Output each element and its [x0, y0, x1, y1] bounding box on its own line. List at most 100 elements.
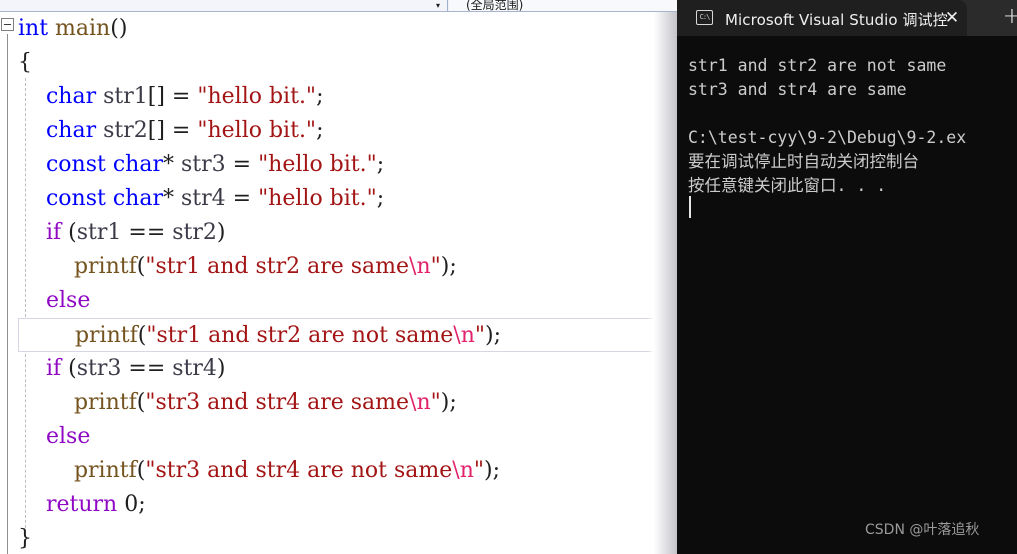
code-token: int [18, 16, 49, 41]
code-token: str1 [103, 84, 148, 109]
code-token: { [18, 50, 32, 75]
code-token: " [430, 390, 441, 415]
code-token: ); [485, 323, 501, 348]
chevron-down-icon[interactable]: ▾ [433, 1, 443, 10]
code-token: "hello bit." [258, 152, 377, 177]
code-token: "str1 and str2 are not same [146, 323, 454, 348]
line-char-str1[interactable]: char str1[] = "hello bit."; [0, 80, 694, 114]
line-const-str3[interactable]: const char* str3 = "hello bit."; [0, 148, 694, 182]
code-token: return [45, 492, 118, 517]
navbar-type-dropdown[interactable] [0, 0, 448, 11]
screen-root: ▾ (全局范围) int main(){ char str1[] = "hell… [0, 0, 1017, 554]
code-token: [] = [147, 118, 198, 143]
code-token: " [430, 254, 441, 279]
code-token: str3 [76, 356, 122, 381]
code-token: char [45, 118, 97, 143]
code-token: else [45, 424, 91, 449]
code-token: printf [73, 254, 137, 279]
code-token: ( [61, 220, 77, 245]
code-token: " [474, 323, 485, 348]
csdn-watermark: CSDN @叶落追秋 [865, 522, 980, 538]
console-output-text[interactable]: str1 and str2 are not same str3 and str4 … [677, 36, 1017, 554]
code-token: "hello bit." [197, 84, 317, 109]
line-int-main[interactable]: int main() [0, 12, 694, 46]
code-token: if [45, 356, 62, 381]
code-token: \n [409, 254, 431, 279]
code-token: str2 [103, 118, 148, 143]
line-printf-str3-not-same[interactable]: printf("str3 and str4 are not same\n"); [0, 454, 694, 488]
code-token: "str3 and str4 are not same [145, 458, 453, 483]
code-token: char [112, 186, 163, 211]
line-else-2[interactable]: else [0, 420, 694, 454]
close-icon[interactable]: ✕ [942, 8, 962, 28]
code-token: str2 [172, 220, 217, 245]
code-token: " [473, 458, 484, 483]
line-printf-str1-not-same[interactable]: printf("str1 and str2 are not same\n"); [18, 318, 694, 352]
code-token: == [121, 220, 173, 245]
console-line: str1 and str2 are not same [688, 56, 947, 75]
line-if-str3-str4[interactable]: if (str3 == str4) [0, 352, 694, 386]
code-content[interactable]: int main(){ char str1[] = "hello bit."; … [0, 12, 694, 554]
line-printf-str3-same[interactable]: printf("str3 and str4 are same\n"); [0, 386, 694, 420]
code-token: ; [138, 492, 146, 517]
console-cursor [689, 196, 691, 218]
scroll-annotation-mark [655, 318, 677, 325]
code-token: () [110, 16, 128, 41]
code-token: "hello bit." [197, 118, 317, 143]
code-editor-pane[interactable]: ▾ (全局范围) int main(){ char str1[] = "hell… [0, 0, 694, 554]
code-token: 0 [124, 492, 139, 517]
line-return-0[interactable]: return 0; [0, 488, 694, 522]
line-close-brace[interactable]: } [0, 522, 694, 554]
line-printf-str1-same[interactable]: printf("str1 and str2 are same\n"); [0, 250, 694, 284]
new-tab-icon[interactable]: + [1002, 6, 1017, 28]
code-token: str1 [76, 220, 122, 245]
code-token: printf [74, 323, 138, 348]
line-else-1[interactable]: else [0, 284, 694, 318]
console-line: str3 and str4 are same [688, 80, 907, 99]
console-line: 要在调试停止时自动关闭控制台 [688, 152, 919, 171]
code-token: ) [216, 220, 226, 245]
line-if-str1-str2[interactable]: if (str1 == str2) [0, 216, 694, 250]
line-const-str4[interactable]: const char* str4 = "hello bit."; [0, 182, 694, 216]
code-token: \n [409, 390, 431, 415]
line-char-str2[interactable]: char str2[] = "hello bit."; [0, 114, 694, 148]
code-token: = [225, 152, 259, 177]
code-token: ; [376, 186, 385, 211]
code-token: const [45, 186, 106, 211]
line-open-brace[interactable]: { [0, 46, 694, 80]
code-token: ); [484, 458, 500, 483]
code-token: "str3 and str4 are same [145, 390, 410, 415]
code-token: ); [440, 390, 457, 415]
scroll-annotation-mark [655, 352, 677, 359]
debug-console-window[interactable]: C:\ Microsoft Visual Studio 调试控 ✕ + str1… [677, 0, 1017, 554]
code-token: main [55, 16, 111, 41]
code-token: ; [316, 118, 324, 143]
code-token: str3 [180, 152, 226, 177]
code-token: char [45, 84, 97, 109]
code-token: char [112, 152, 163, 177]
code-token: ; [376, 152, 385, 177]
editor-navigation-bar: ▾ [0, 0, 694, 12]
code-token: * [162, 152, 181, 177]
code-token: == [121, 356, 173, 381]
console-line: C:\test-cyy\9-2\Debug\9-2.ex [688, 128, 967, 147]
code-token: "str1 and str2 are same [145, 254, 410, 279]
code-token: ( [61, 356, 77, 381]
console-app-icon: C:\ [696, 10, 713, 25]
code-token: * [162, 186, 181, 211]
